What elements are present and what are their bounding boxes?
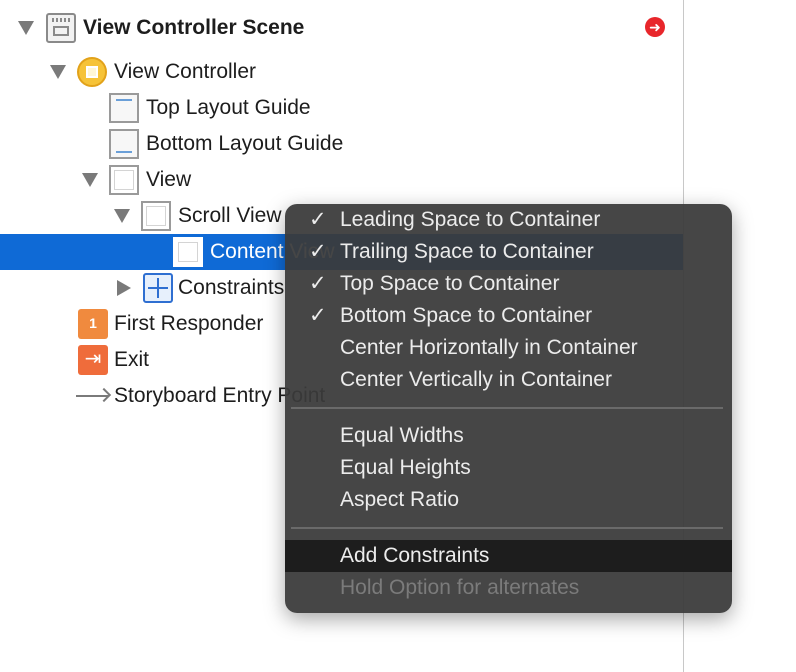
- outline-row-top-layout-guide[interactable]: Top Layout Guide: [0, 90, 683, 126]
- outline-row-view[interactable]: View: [0, 162, 683, 198]
- menu-item-aspect-ratio[interactable]: Aspect Ratio: [285, 484, 732, 516]
- view-icon: [109, 165, 139, 195]
- scene-title: View Controller Scene: [83, 16, 305, 39]
- menu-separator: [291, 407, 723, 409]
- menu-item-top-space[interactable]: ✓ Top Space to Container: [285, 268, 732, 300]
- menu-item-label: Equal Widths: [340, 424, 464, 447]
- layout-guide-icon: [109, 93, 139, 123]
- add-constraints-menu: ✓ Leading Space to Container ✓ Trailing …: [285, 204, 732, 613]
- disclosure-expanded-icon[interactable]: [114, 209, 130, 223]
- menu-item-label: Trailing Space to Container: [340, 240, 594, 263]
- disclosure-expanded-icon[interactable]: [18, 21, 34, 35]
- view-controller-label: View Controller: [114, 60, 257, 83]
- menu-item-label: Add Constraints: [340, 544, 490, 567]
- checkmark-icon: ✓: [309, 272, 327, 295]
- exit-label: Exit: [114, 348, 150, 371]
- scroll-view-label: Scroll View: [178, 204, 282, 227]
- menu-item-add-constraints[interactable]: Add Constraints: [285, 540, 732, 572]
- checkmark-icon: ✓: [309, 304, 327, 327]
- exit-icon: ⇥: [78, 345, 108, 375]
- view-controller-icon: [77, 57, 107, 87]
- view-label: View: [146, 168, 192, 191]
- constraints-icon: [143, 273, 173, 303]
- menu-item-center-horizontally[interactable]: Center Horizontally in Container: [285, 332, 732, 364]
- constraints-label: Constraints: [178, 276, 285, 299]
- menu-item-label: Leading Space to Container: [340, 208, 601, 231]
- scroll-view-icon: [141, 201, 171, 231]
- first-responder-label: First Responder: [114, 312, 264, 335]
- disclosure-collapsed-icon[interactable]: [117, 280, 131, 296]
- menu-item-label: Aspect Ratio: [340, 488, 460, 511]
- menu-item-trailing-space[interactable]: ✓ Trailing Space to Container: [285, 236, 732, 268]
- disclosure-expanded-icon[interactable]: [82, 173, 98, 187]
- checkmark-icon: ✓: [309, 240, 327, 263]
- menu-item-label: Center Horizontally in Container: [340, 336, 638, 359]
- checkmark-icon: ✓: [309, 208, 327, 231]
- menu-item-label: Top Space to Container: [340, 272, 560, 295]
- menu-item-bottom-space[interactable]: ✓ Bottom Space to Container: [285, 300, 732, 332]
- menu-item-leading-space[interactable]: ✓ Leading Space to Container: [285, 204, 732, 236]
- menu-item-label: Hold Option for alternates: [340, 576, 580, 599]
- content-view-icon: [173, 237, 203, 267]
- outline-row-bottom-layout-guide[interactable]: Bottom Layout Guide: [0, 126, 683, 162]
- top-layout-guide-label: Top Layout Guide: [146, 96, 311, 119]
- menu-item-equal-widths[interactable]: Equal Widths: [285, 420, 732, 452]
- menu-item-hold-option-hint: Hold Option for alternates: [285, 572, 732, 604]
- entry-arrow-icon: [76, 395, 108, 397]
- disclosure-expanded-icon[interactable]: [50, 65, 66, 79]
- layout-guide-icon: [109, 129, 139, 159]
- outline-row-scene[interactable]: View Controller Scene ➜: [0, 10, 683, 46]
- outline-row-view-controller[interactable]: View Controller: [0, 54, 683, 90]
- menu-item-equal-heights[interactable]: Equal Heights: [285, 452, 732, 484]
- first-responder-icon: 1: [78, 309, 108, 339]
- menu-item-label: Bottom Space to Container: [340, 304, 593, 327]
- menu-item-label: Equal Heights: [340, 456, 471, 479]
- menu-separator: [291, 527, 723, 529]
- warning-arrow-icon[interactable]: ➜: [645, 17, 665, 37]
- bottom-layout-guide-label: Bottom Layout Guide: [146, 132, 344, 155]
- scene-icon: [46, 13, 76, 43]
- menu-item-label: Center Vertically in Container: [340, 368, 612, 391]
- menu-item-center-vertically[interactable]: Center Vertically in Container: [285, 364, 732, 396]
